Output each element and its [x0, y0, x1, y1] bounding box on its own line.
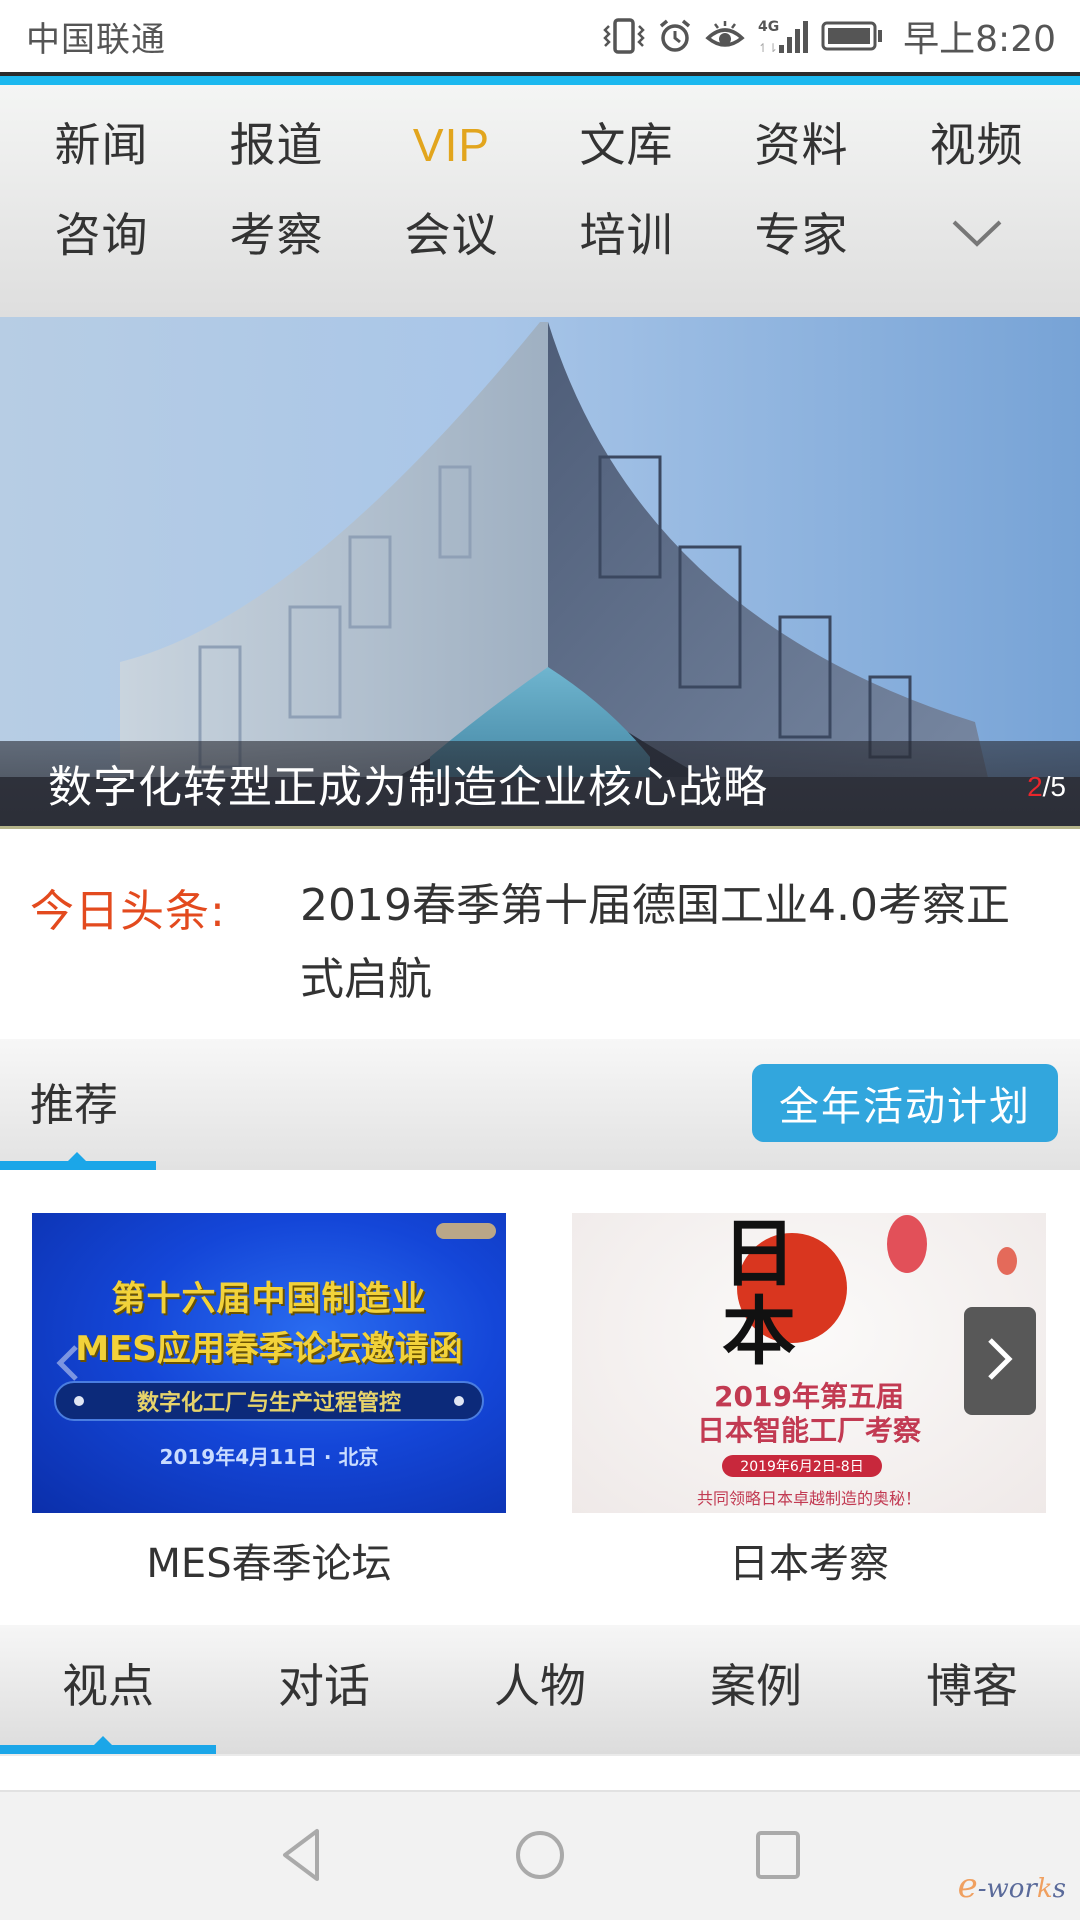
category-nav: 新闻 报道 VIP 文库 资料 视频 咨询 考察 会议 培训 专家 — [0, 85, 1080, 317]
category-conferences[interactable]: 会议 — [364, 203, 539, 267]
clock: 早上8:20 — [903, 10, 1056, 62]
tab-cases[interactable]: 案例 — [648, 1653, 864, 1719]
active-tab-indicator — [0, 1745, 216, 1754]
recommend-carousel: 第十六届中国制造业 MES应用春季论坛邀请函 数字化工厂与生产过程管控 2019… — [0, 1170, 1080, 1625]
e-works-watermark: e-works — [958, 1866, 1066, 1906]
content-tabs: 视点 对话 人物 案例 博客 — [0, 1625, 1080, 1754]
category-materials[interactable]: 资料 — [714, 113, 889, 177]
tab-dialogue[interactable]: 对话 — [216, 1653, 432, 1719]
category-experts[interactable]: 专家 — [714, 203, 889, 267]
headline-label: 今日头条: — [30, 875, 226, 939]
mes-image-line2: MES应用春季论坛邀请函 — [32, 1321, 506, 1370]
banner-title[interactable]: 数字化转型正成为制造企业核心战略 — [48, 751, 768, 815]
lantern-decoration — [887, 1215, 927, 1273]
annual-plan-button[interactable]: 全年活动计划 — [752, 1064, 1058, 1142]
category-consulting[interactable]: 咨询 — [14, 203, 189, 267]
tab-viewpoint[interactable]: 视点 — [0, 1653, 216, 1719]
alarm-icon — [657, 18, 693, 54]
recommend-tab[interactable]: 推荐 — [30, 1069, 118, 1133]
recents-button[interactable] — [738, 1822, 818, 1892]
back-button[interactable] — [262, 1822, 342, 1892]
home-icon — [514, 1829, 566, 1885]
chevron-left-icon[interactable] — [50, 1343, 86, 1383]
chevron-right-icon — [985, 1336, 1015, 1386]
status-bar: 中国联通 4G ↿⇂ 早上8:20 — [0, 0, 1080, 72]
card-mes-forum[interactable]: 第十六届中国制造业 MES应用春季论坛邀请函 数字化工厂与生产过程管控 2019… — [32, 1213, 506, 1589]
e-works-logo — [436, 1223, 496, 1239]
category-library[interactable]: 文库 — [539, 113, 714, 177]
category-videos[interactable]: 视频 — [889, 113, 1064, 177]
card-caption: MES春季论坛 — [32, 1531, 506, 1589]
status-icons: 4G ↿⇂ 早上8:20 — [603, 10, 1056, 62]
tab-blog[interactable]: 博客 — [864, 1653, 1080, 1719]
banner-pager-total: /5 — [1043, 771, 1066, 802]
japan-image-kanji: 日本 — [722, 1215, 812, 1371]
headline-link[interactable]: 2019春季第十届德国工业4.0考察正式启航 — [300, 869, 1040, 1017]
back-icon — [277, 1827, 327, 1887]
today-headline: 今日头条: 2019春季第十届德国工业4.0考察正式启航 — [0, 829, 1080, 1039]
eye-comfort-icon — [705, 18, 745, 54]
japan-image-sub: 共同领略日本卓越制造的奥秘！ — [572, 1485, 1046, 1509]
battery-icon — [821, 20, 885, 52]
category-reports[interactable]: 报道 — [189, 113, 364, 177]
banner-carousel[interactable]: 数字化转型正成为制造企业核心战略 2/5 — [0, 317, 1080, 829]
tab-content-area — [0, 1754, 1080, 1792]
carrier-name: 中国联通 — [26, 12, 166, 61]
banner-pager-current: 2 — [1027, 771, 1043, 802]
lantern-decoration — [997, 1247, 1017, 1275]
banner-pager: 2/5 — [1027, 771, 1066, 803]
category-training[interactable]: 培训 — [539, 203, 714, 267]
signal-4g-icon: 4G ↿⇂ — [757, 17, 809, 55]
mes-image-line1: 第十六届中国制造业 — [32, 1271, 506, 1320]
mes-image-pill-text: 数字化工厂与生产过程管控 — [137, 1385, 401, 1417]
svg-text:4G: 4G — [758, 19, 779, 35]
category-grid: 新闻 报道 VIP 文库 资料 视频 咨询 考察 会议 培训 专家 — [0, 113, 1080, 267]
recents-icon — [755, 1830, 801, 1884]
japan-image-line2: 日本智能工厂考察 — [572, 1409, 1046, 1449]
svg-text:↿⇂: ↿⇂ — [758, 41, 778, 55]
app-header-accent — [0, 76, 1080, 85]
mes-image-date: 2019年4月11日 · 北京 — [32, 1441, 506, 1470]
tab-people[interactable]: 人物 — [432, 1653, 648, 1719]
japan-image-date: 2019年6月2日-8日 — [722, 1455, 882, 1477]
category-news[interactable]: 新闻 — [14, 113, 189, 177]
banner-caption: 数字化转型正成为制造企业核心战略 2/5 — [0, 741, 1080, 829]
recommend-header: 推荐 全年活动计划 — [0, 1039, 1080, 1170]
card-image-mes-forum: 第十六届中国制造业 MES应用春季论坛邀请函 数字化工厂与生产过程管控 2019… — [32, 1213, 506, 1513]
chevron-down-icon — [951, 218, 1003, 252]
category-vip[interactable]: VIP — [364, 113, 539, 177]
pill-dot — [454, 1396, 464, 1406]
system-nav-bar: e-works — [0, 1792, 1080, 1920]
expand-categories-button[interactable] — [889, 203, 1064, 267]
card-caption: 日本考察 — [572, 1531, 1046, 1589]
recommend-active-indicator — [0, 1161, 156, 1170]
carousel-next-button[interactable] — [964, 1307, 1036, 1415]
mes-image-pill: 数字化工厂与生产过程管控 — [54, 1381, 484, 1421]
category-inspection[interactable]: 考察 — [189, 203, 364, 267]
pill-dot — [74, 1396, 84, 1406]
home-button[interactable] — [500, 1822, 580, 1892]
vibrate-icon — [603, 18, 645, 54]
